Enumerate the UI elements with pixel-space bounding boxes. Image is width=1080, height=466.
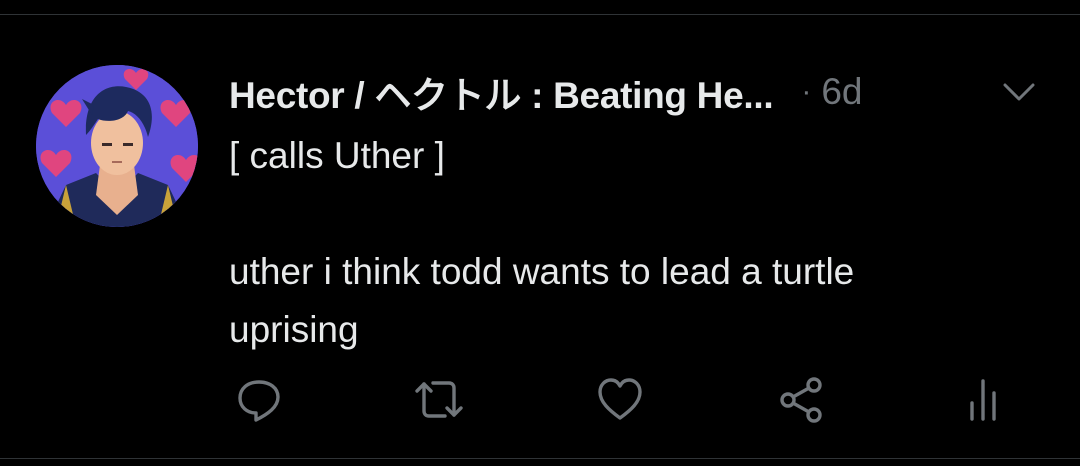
tweet-text-blank-line: [229, 185, 1029, 243]
like-button[interactable]: [590, 370, 650, 430]
tweet-text-line: uprising: [229, 309, 359, 350]
tweet-text-line: uther i think todd wants to lead a turtl…: [229, 251, 855, 292]
heart-icon: [598, 378, 642, 420]
retweet-button[interactable]: [409, 370, 469, 430]
retweet-icon: [415, 381, 463, 418]
tweet-text-line: [ calls Uther ]: [229, 135, 445, 176]
chevron-down-icon: [1003, 83, 1035, 101]
display-name[interactable]: Hector / ヘクトル : Beating He...: [229, 65, 774, 119]
tweet-text: [ calls Uther ] uther i think todd wants…: [229, 127, 1029, 359]
timestamp[interactable]: 6d: [821, 71, 862, 113]
more-options-button[interactable]: [1000, 75, 1038, 107]
bottom-divider: [0, 458, 1080, 459]
share-button[interactable]: [771, 370, 831, 430]
tweet[interactable]: Hector / ヘクトル : Beating He... · 6d [ cal…: [0, 15, 1080, 458]
analytics-icon: [970, 379, 996, 421]
reply-button[interactable]: [229, 370, 289, 430]
tweet-header: Hector / ヘクトル : Beating He... · 6d: [229, 67, 1049, 117]
tweet-actions: [0, 370, 1080, 430]
meta-separator: ·: [801, 75, 812, 108]
share-icon: [780, 377, 822, 423]
analytics-button[interactable]: [953, 370, 1013, 430]
avatar[interactable]: [36, 65, 198, 227]
reply-icon: [238, 380, 280, 422]
avatar-image: [36, 65, 198, 227]
